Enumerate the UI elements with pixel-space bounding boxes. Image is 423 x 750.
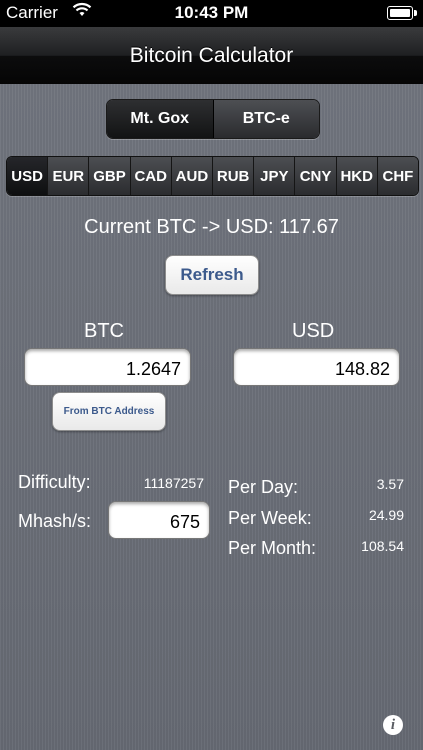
usd-label: USD [292, 320, 335, 342]
currency-aud[interactable]: AUD [171, 157, 214, 195]
currency-hkd[interactable]: HKD [336, 157, 378, 195]
btc-amount-input[interactable]: 1.2647 [24, 348, 191, 386]
currency-selector: USD EUR GBP CAD AUD RUB JPY CNY HKD CHF [6, 156, 419, 196]
page-title: Bitcoin Calculator [129, 44, 294, 67]
btc-label: BTC [84, 320, 124, 342]
currency-chf[interactable]: CHF [377, 157, 418, 195]
currency-usd[interactable]: USD [7, 157, 49, 195]
per-day-value: 3.57 [376, 476, 404, 492]
from-btc-address-button[interactable]: From BTC Address [52, 392, 166, 431]
mhash-input[interactable]: 675 [108, 501, 210, 539]
currency-gbp[interactable]: GBP [89, 157, 131, 195]
clock: 10:43 PM [174, 3, 249, 22]
battery-icon [387, 6, 417, 20]
refresh-button[interactable]: Refresh [165, 255, 259, 295]
per-week-label: Per Week: [228, 508, 312, 528]
exchange-selector: Mt. Gox BTC-e [106, 99, 320, 139]
currency-cad[interactable]: CAD [130, 157, 172, 195]
per-week-value: 24.99 [368, 507, 404, 523]
info-icon[interactable]: i [383, 715, 403, 735]
currency-rub[interactable]: RUB [213, 157, 255, 195]
per-day-label: Per Day: [228, 477, 299, 497]
difficulty-value: 11187257 [143, 475, 204, 491]
per-month-label: Per Month: [228, 538, 317, 558]
current-rate: Current BTC -> USD: 117.67 [84, 216, 339, 238]
exchange-mtgox[interactable]: Mt. Gox [107, 100, 214, 138]
per-month-value: 108.54 [361, 538, 404, 554]
currency-jpy[interactable]: JPY [254, 157, 296, 195]
mhash-label: Mhash/s: [18, 511, 92, 531]
usd-amount-input[interactable]: 148.82 [233, 348, 400, 386]
exchange-btce[interactable]: BTC-e [213, 100, 319, 138]
status-bar: Carrier 10:43 PM [0, 0, 423, 27]
currency-eur[interactable]: EUR [48, 157, 90, 195]
currency-cny[interactable]: CNY [295, 157, 337, 195]
difficulty-label: Difficulty: [18, 472, 91, 492]
navigation-bar: Bitcoin Calculator [0, 27, 423, 85]
